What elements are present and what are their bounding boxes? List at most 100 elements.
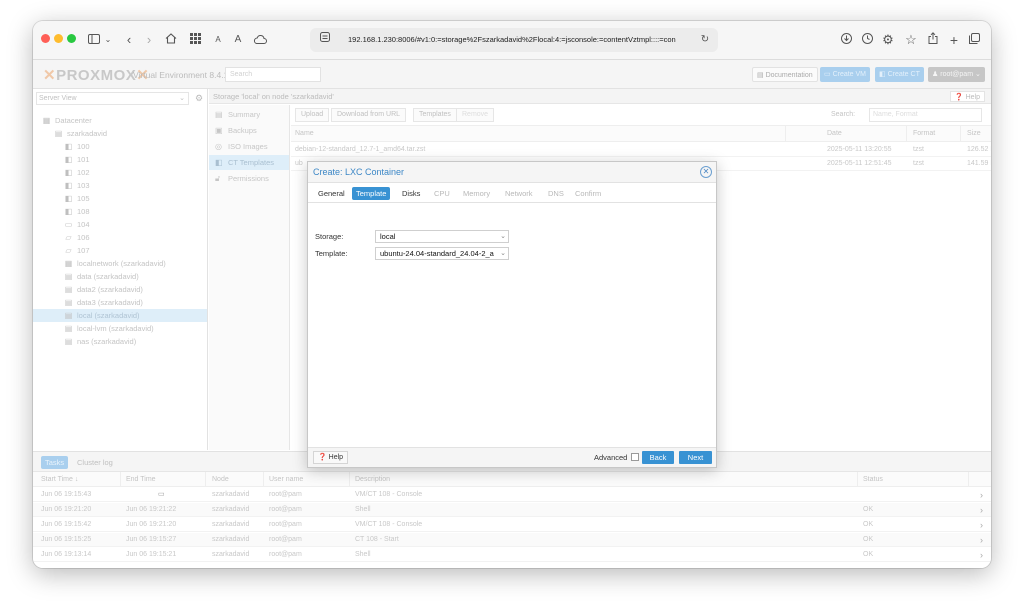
zoom-window-button[interactable] [67, 34, 76, 43]
tab-disks[interactable]: Disks [398, 187, 424, 200]
back-button[interactable]: Back [642, 451, 674, 464]
page-settings-icon[interactable] [318, 29, 332, 51]
tree-item[interactable]: ◧ 105 [33, 192, 207, 205]
chevron-down-icon[interactable]: ⌄ [104, 29, 112, 51]
forward-icon[interactable]: › [143, 29, 155, 51]
task-row[interactable]: Jun 06 19:15:25 Jun 06 19:15:27 szarkadavi… [33, 533, 991, 547]
tree-item[interactable]: ▤ data (szarkadavid) [33, 270, 207, 283]
column-status[interactable]: Status [859, 472, 969, 487]
tree-item[interactable]: ▤ local (szarkadavid) [33, 309, 207, 322]
tree-item[interactable]: ▤ local-lvm (szarkadavid) [33, 322, 207, 335]
chevron-right-icon[interactable]: › [980, 488, 983, 502]
cell-date: 2025-05-11 13:20:55 [827, 146, 892, 153]
server-view-select[interactable]: Server View ⌄ [36, 92, 189, 105]
column-date[interactable]: Date [823, 126, 907, 142]
templates-button[interactable]: Templates [413, 108, 457, 122]
user-menu-button[interactable]: ♟ root@pam ⌄ [928, 67, 985, 82]
bookmark-star-icon[interactable]: ☆ [904, 29, 918, 51]
upload-button[interactable]: Upload [295, 108, 330, 122]
cell-status: OK [863, 551, 874, 558]
create-vm-button[interactable]: ▭ Create VM [820, 67, 871, 82]
tree-item[interactable]: ▭ 104 [33, 218, 207, 231]
tab-dns[interactable]: DNS [544, 187, 568, 200]
reload-icon[interactable]: ↻ [698, 29, 712, 51]
documentation-button[interactable]: ▤ Documentation [752, 67, 818, 82]
column-size[interactable]: Size [963, 126, 991, 142]
menu-item-permissions[interactable]: 🔓︎ Permissions [209, 171, 289, 186]
template-select[interactable]: ubuntu-24.04-standard_24.04-2_a ⌄ [375, 247, 509, 260]
new-tab-icon[interactable]: + [947, 29, 961, 51]
grid-icon[interactable] [188, 29, 202, 51]
column-format[interactable]: Format [909, 126, 961, 142]
header-search-input[interactable]: Search [225, 67, 321, 82]
task-row[interactable]: Jun 06 19:15:43 ▭ szarkadavid root@pam VM/CT… [33, 488, 991, 502]
menu-item-iso-images[interactable]: ◎ ISO Images [209, 139, 289, 154]
tree-item[interactable]: ▦ Datacenter [33, 114, 207, 127]
chevron-right-icon[interactable]: › [980, 548, 983, 562]
tab-network[interactable]: Network [501, 187, 537, 200]
remove-button[interactable]: Remove [456, 108, 495, 122]
close-window-button[interactable] [41, 34, 50, 43]
help-button[interactable]: ❓ Help [949, 91, 985, 102]
column-user-name[interactable]: User name [265, 472, 350, 487]
menu-item-ct-templates[interactable]: ◧ CT Templates [209, 155, 289, 170]
tree-item[interactable]: ◧ 102 [33, 166, 207, 179]
tree-item[interactable]: ▱ 106 [33, 231, 207, 244]
text-larger-icon[interactable]: A [232, 29, 244, 51]
tab-cluster-log[interactable]: Cluster log [73, 456, 117, 469]
tree-item[interactable]: ▤ szarkadavid [33, 127, 207, 140]
tab-cpu[interactable]: CPU [430, 187, 454, 200]
task-row[interactable]: Jun 06 19:13:14 Jun 06 19:15:21 szarkadavi… [33, 548, 991, 562]
chevron-right-icon[interactable]: › [980, 503, 983, 517]
tab-tasks[interactable]: Tasks [41, 456, 69, 469]
minimize-window-button[interactable] [54, 34, 63, 43]
dialog-help-button[interactable]: ❓ Help [313, 451, 349, 464]
gear-icon[interactable]: ⚙ [193, 92, 205, 105]
chevron-right-icon[interactable]: › [980, 518, 983, 532]
tree-item[interactable]: ▤ nas (szarkadavid) [33, 335, 207, 348]
tab-confirm[interactable]: Confirm [571, 187, 605, 200]
back-icon[interactable]: ‹ [123, 29, 135, 51]
history-icon[interactable] [860, 29, 874, 51]
text-smaller-icon[interactable]: A [213, 29, 223, 51]
close-icon[interactable]: ✕ [700, 166, 712, 178]
tab-template[interactable]: Template [352, 187, 391, 200]
dialog-tabs: General Template Disks CPU Memory Networ… [308, 183, 716, 203]
tree-item[interactable]: ◧ 101 [33, 153, 207, 166]
sidebar-toggle-icon[interactable] [86, 29, 102, 51]
menu-item-backups[interactable]: ▣ Backups [209, 123, 289, 138]
next-button[interactable]: Next [679, 451, 712, 464]
tab-overview-icon[interactable] [967, 29, 981, 51]
column-description[interactable]: Description [351, 472, 858, 487]
task-row[interactable]: Jun 06 19:15:42 Jun 06 19:21:20 szarkadavi… [33, 518, 991, 532]
task-row[interactable]: Jun 06 19:21:20 Jun 06 19:21:22 szarkadavi… [33, 503, 991, 517]
cloud-icon[interactable] [252, 29, 268, 51]
storage-select[interactable]: local ⌄ [375, 230, 509, 243]
cell-node: szarkadavid [212, 536, 250, 543]
address-bar[interactable]: 192.168.1.230:8006/#v1:0:=storage%2Fszar… [310, 28, 718, 52]
menu-item-summary[interactable]: ▤ Summary [209, 107, 289, 122]
tree-item[interactable]: ▦ localnetwork (szarkadavid) [33, 257, 207, 270]
tree-item[interactable]: ▤ data2 (szarkadavid) [33, 283, 207, 296]
tree-item[interactable]: ◧ 108 [33, 205, 207, 218]
table-row[interactable]: debian-12-standard_12.7-1_amd64.tar.zst 2… [291, 143, 991, 157]
share-icon[interactable] [926, 29, 940, 51]
advanced-checkbox[interactable] [631, 453, 639, 461]
create-ct-button[interactable]: ◧ Create CT [875, 67, 924, 82]
extensions-icon[interactable]: ⚙ [881, 29, 895, 51]
tree-item[interactable]: ◧ 100 [33, 140, 207, 153]
column-node[interactable]: Node [208, 472, 264, 487]
chevron-right-icon[interactable]: › [980, 533, 983, 547]
download-from-url-button[interactable]: Download from URL [331, 108, 407, 122]
home-icon[interactable] [164, 29, 178, 51]
tab-memory[interactable]: Memory [459, 187, 494, 200]
download-icon[interactable] [839, 29, 853, 51]
tab-general[interactable]: General [314, 187, 349, 200]
column-end-time[interactable]: End Time [122, 472, 206, 487]
column-start-time[interactable]: Start Time ↓ [37, 472, 121, 487]
tree-item[interactable]: ◧ 103 [33, 179, 207, 192]
column-name[interactable]: Name [291, 126, 786, 142]
tree-item[interactable]: ▱ 107 [33, 244, 207, 257]
tree-item[interactable]: ▤ data3 (szarkadavid) [33, 296, 207, 309]
storage-search-input[interactable]: Name, Format [869, 108, 982, 122]
